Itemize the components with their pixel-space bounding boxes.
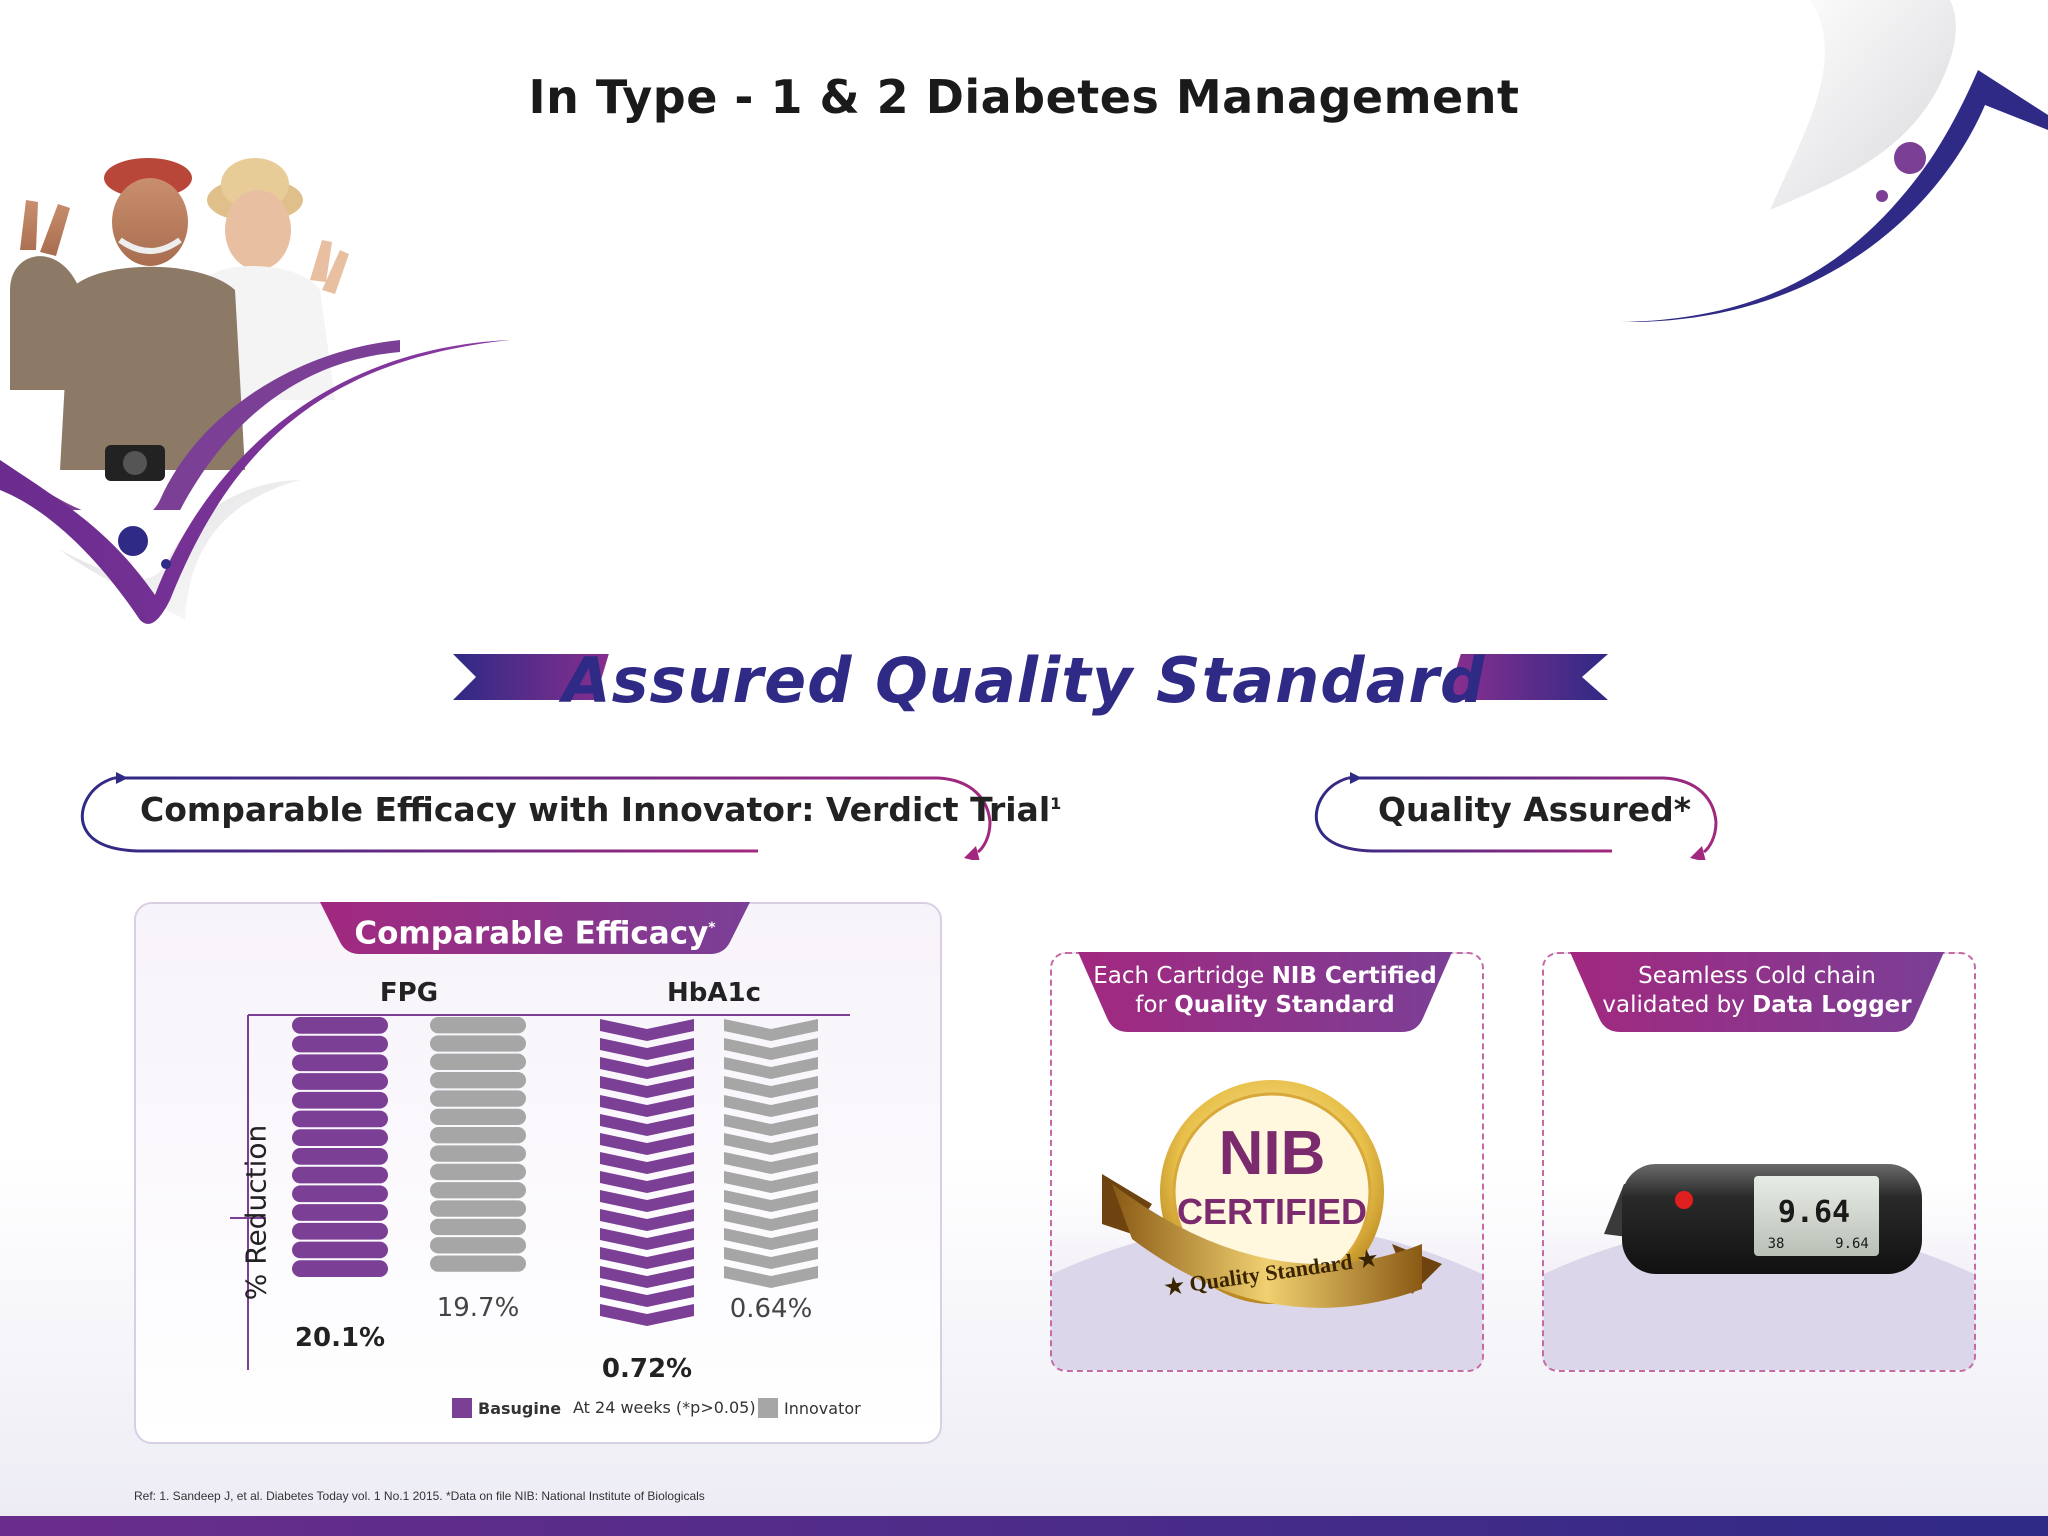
logger-main-readout: 9.64 bbox=[1778, 1195, 1850, 1230]
bar-basugine-fpg-segment bbox=[292, 1129, 388, 1146]
legend-label-innovator: Innovator bbox=[784, 1399, 861, 1418]
data-label-innovator-fpg: 19.7% bbox=[437, 1293, 520, 1323]
bar-basugine-fpg-segment bbox=[292, 1148, 388, 1165]
bar-basugine-fpg-segment bbox=[292, 1241, 388, 1259]
data-label-basugine-hba1c: 0.72% bbox=[602, 1354, 692, 1384]
bar-basugine-fpg-segment bbox=[292, 1054, 388, 1072]
y-axis-label: % Reduction bbox=[239, 1124, 273, 1301]
banner-title: Assured Quality Standard bbox=[562, 644, 1486, 717]
bar-basugine-fpg-segment bbox=[292, 1166, 388, 1184]
bar-innovator-fpg-segment bbox=[430, 1090, 526, 1107]
legend-innovator: Innovator bbox=[758, 1398, 861, 1418]
bar-basugine-fpg-segment bbox=[292, 1185, 388, 1203]
bar-innovator-fpg-segment bbox=[430, 1218, 526, 1236]
card2-tab-text: Seamless Cold chain validated by Data Lo… bbox=[1570, 952, 1944, 1032]
bar-basugine-fpg-segment bbox=[292, 1222, 388, 1240]
panel-tab-title: Comparable Efficacy* bbox=[320, 902, 750, 959]
panel-tab-label: Comparable Efficacy bbox=[354, 915, 709, 952]
card2-line1-plain: Seamless Cold chain bbox=[1638, 963, 1876, 989]
bar-basugine-fpg-segment bbox=[292, 1260, 388, 1277]
card2-line2-plain: validated by bbox=[1602, 992, 1753, 1018]
legend-note: At 24 weeks (*p>0.05) bbox=[573, 1398, 756, 1417]
card1-line2-plain: for bbox=[1135, 992, 1175, 1018]
data-label-innovator-hba1c: 0.64% bbox=[730, 1294, 813, 1324]
bar-innovator-fpg-segment bbox=[430, 1145, 526, 1162]
bar-innovator-fpg-segment bbox=[430, 1237, 526, 1254]
bar-basugine-fpg-segment bbox=[292, 1110, 388, 1128]
nib-seal-icon: NIB CERTIFIED ★ Quality Standard ★ bbox=[1102, 1080, 1442, 1308]
logger-right-readout: 9.64 bbox=[1835, 1236, 1869, 1252]
bar-innovator-fpg-segment bbox=[430, 1072, 526, 1089]
bar-basugine-fpg-segment bbox=[292, 1204, 388, 1221]
bar-basugine-fpg-segment bbox=[292, 1017, 388, 1034]
card1-line1-plain: Each Cartridge bbox=[1093, 963, 1272, 989]
bar-basugine-hba1c bbox=[600, 1019, 694, 1326]
bar-basugine-fpg-segment bbox=[292, 1091, 388, 1109]
efficacy-heading-sup: 1 bbox=[1050, 794, 1062, 813]
card1-tab-text: Each Cartridge NIB Certified for Quality… bbox=[1078, 952, 1452, 1032]
bar-innovator-hba1c bbox=[724, 1019, 818, 1288]
bar-basugine-fpg-segment bbox=[292, 1073, 388, 1090]
bar-innovator-fpg-segment bbox=[430, 1182, 526, 1199]
left-swoosh-decoration bbox=[0, 340, 510, 660]
category-label-fpg: FPG bbox=[380, 978, 438, 1008]
bar-innovator-fpg-segment bbox=[430, 1200, 526, 1217]
legend-swatch-innovator bbox=[758, 1398, 778, 1418]
data-label-basugine-fpg: 20.1% bbox=[295, 1323, 385, 1353]
bar-innovator-fpg-segment bbox=[430, 1163, 526, 1181]
panel-tab-sup: * bbox=[708, 920, 716, 936]
seal-nib-text: NIB bbox=[1219, 1119, 1326, 1188]
legend-basugine: Basugine bbox=[452, 1398, 561, 1418]
bar-innovator-fpg-segment bbox=[430, 1255, 526, 1272]
bar-innovator-fpg-segment bbox=[430, 1035, 526, 1052]
logger-left-readout: 38 bbox=[1768, 1236, 1785, 1252]
bar-innovator-fpg-segment bbox=[430, 1108, 526, 1126]
bar-innovator-fpg-segment bbox=[430, 1017, 526, 1034]
reference-footnote: Ref: 1. Sandeep J, et al. Diabetes Today… bbox=[134, 1489, 705, 1503]
category-label-hba1c: HbA1c bbox=[667, 978, 761, 1008]
bar-innovator-fpg-segment bbox=[430, 1127, 526, 1144]
top-right-swoosh-decoration bbox=[1620, 0, 2048, 323]
efficacy-heading-text: Comparable Efficacy with Innovator: Verd… bbox=[140, 790, 1051, 829]
legend-swatch-basugine bbox=[452, 1398, 472, 1418]
legend-label-basugine: Basugine bbox=[478, 1399, 562, 1418]
data-logger-device-icon: 9.64 38 9.64 bbox=[1604, 1164, 1922, 1274]
quality-heading: Quality Assured* bbox=[1378, 790, 1692, 829]
efficacy-heading: Comparable Efficacy with Innovator: Verd… bbox=[140, 790, 1061, 829]
card1-line2-bold: Quality Standard bbox=[1174, 992, 1395, 1018]
bar-basugine-fpg-segment bbox=[292, 1035, 388, 1053]
seal-certified-text: CERTIFIED bbox=[1177, 1191, 1367, 1232]
bottom-bar bbox=[0, 1516, 2048, 1536]
card1-line1-bold: NIB Certified bbox=[1271, 963, 1437, 989]
bar-innovator-fpg-segment bbox=[430, 1053, 526, 1071]
card2-line2-bold: Data Logger bbox=[1752, 992, 1912, 1018]
